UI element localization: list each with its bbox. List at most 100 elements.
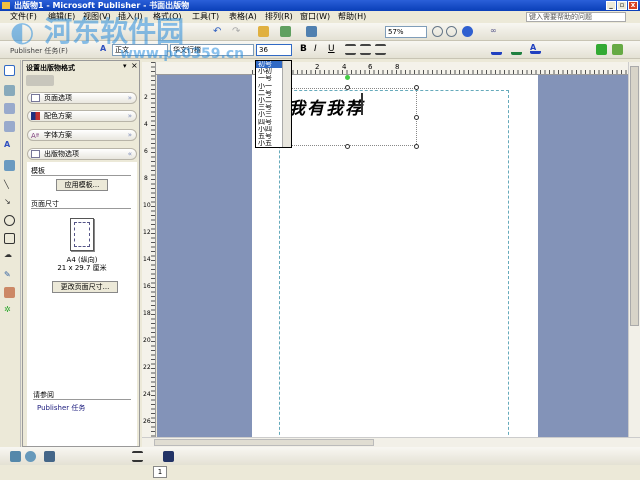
align-right-icon[interactable] <box>375 44 386 55</box>
dropdown-scrollbar[interactable] <box>282 61 291 147</box>
font-size-select[interactable]: 36 <box>256 44 292 56</box>
font-size-option[interactable]: 小五 <box>256 140 283 147</box>
zoom-in-icon[interactable] <box>446 26 457 37</box>
maximize-button[interactable]: ▫ <box>617 1 627 10</box>
back-forward-buttons[interactable] <box>26 75 54 86</box>
page-size-thumbnail[interactable] <box>70 218 94 251</box>
line-color-icon[interactable] <box>511 44 522 55</box>
page-navigator-1[interactable]: 1 <box>153 466 167 478</box>
oval-icon[interactable] <box>4 215 15 226</box>
close-button[interactable]: x <box>628 1 638 10</box>
form-control-icon[interactable] <box>4 287 15 298</box>
resize-handle[interactable] <box>345 85 350 90</box>
font-size-option[interactable]: 小一 <box>256 83 283 90</box>
horizontal-scrollbar[interactable] <box>142 437 640 447</box>
section-page-options[interactable]: 页面选项» <box>27 92 137 104</box>
resize-handle[interactable] <box>414 115 419 120</box>
font-size-option[interactable]: 小二 <box>256 97 283 104</box>
minimize-button[interactable]: _ <box>606 1 616 10</box>
section-font-schemes[interactable]: Aª 字体方案» <box>27 129 137 141</box>
autoshapes-icon[interactable]: ☁ <box>4 250 15 261</box>
hot-spot-icon[interactable]: ✎ <box>4 270 15 281</box>
resize-handle[interactable] <box>414 144 419 149</box>
font-size-option[interactable]: 三号 <box>256 104 283 111</box>
picture-frame-icon[interactable] <box>4 85 15 96</box>
table-icon[interactable] <box>4 121 15 132</box>
ruler-label: 12 <box>143 229 151 236</box>
select-tool-icon[interactable] <box>4 65 15 76</box>
3d-icon[interactable] <box>612 44 623 55</box>
line-icon[interactable]: ╲ <box>4 180 15 191</box>
toolbar-icon[interactable] <box>10 451 21 462</box>
toolbar-icon[interactable] <box>44 451 55 462</box>
menu-window[interactable]: 窗口(W) <box>300 11 330 23</box>
menu-view[interactable]: 视图(V) <box>83 11 111 23</box>
hyperlink-icon[interactable]: ∞ <box>490 26 501 37</box>
styles-icon[interactable]: A <box>100 44 111 55</box>
shadow-icon[interactable] <box>596 44 607 55</box>
change-page-size-button[interactable]: 更改页面尺寸... <box>52 281 118 293</box>
help-search-input[interactable]: 键入需要帮助的问题 <box>526 12 626 22</box>
underline-button[interactable]: U <box>328 44 335 54</box>
menu-help[interactable]: 帮助(H) <box>338 11 366 23</box>
font-size-option[interactable]: 二号 <box>256 90 283 97</box>
wordart-icon[interactable]: A <box>4 140 15 151</box>
rotate-handle[interactable] <box>345 75 350 80</box>
menu-insert[interactable]: 插入(I) <box>118 11 143 23</box>
toolbar-icon[interactable] <box>25 451 36 462</box>
undo-icon[interactable]: ↶ <box>213 26 224 37</box>
section-color-schemes[interactable]: 配色方案» <box>27 110 137 122</box>
print-preview-icon[interactable] <box>306 26 317 37</box>
apply-template-button[interactable]: 应用模板... <box>56 179 108 191</box>
resize-handle[interactable] <box>345 144 350 149</box>
vertical-ruler[interactable]: 2 4 6 8 10 12 14 16 18 20 22 24 26 <box>142 62 156 437</box>
menu-tools[interactable]: 工具(T) <box>192 11 219 23</box>
font-size-option[interactable]: 四号 <box>256 119 283 126</box>
menu-arrange[interactable]: 排列(R) <box>265 11 293 23</box>
design-gallery-icon[interactable]: ✲ <box>4 305 15 316</box>
vertical-scrollbar[interactable] <box>628 62 640 437</box>
document-page[interactable]: 我有我荐 <box>252 75 538 450</box>
font-size-option[interactable]: 小四 <box>256 126 283 133</box>
align-center-icon[interactable] <box>360 44 371 55</box>
toolbar-icon[interactable] <box>163 451 174 462</box>
publisher-tasks-link[interactable]: Publisher 任务 <box>37 403 85 413</box>
insert-object-icon[interactable] <box>258 26 269 37</box>
style-select[interactable]: 正文 <box>112 44 168 56</box>
zoom-select[interactable]: 57% <box>385 26 427 38</box>
font-select[interactable]: 华文行楷 <box>170 44 254 56</box>
section-publication-options[interactable]: 出版物选项 « <box>27 148 137 160</box>
font-size-option[interactable]: 一号 <box>256 75 283 82</box>
menu-file[interactable]: 文件(F) <box>10 11 37 23</box>
picture-icon[interactable] <box>4 160 15 171</box>
text-box[interactable]: 我有我荐 <box>287 88 417 146</box>
help-icon[interactable] <box>462 26 473 37</box>
arrow-icon[interactable]: ↘ <box>4 197 15 208</box>
font-size-option[interactable]: 小三 <box>256 111 283 118</box>
task-pane-close-icon[interactable]: × <box>131 61 138 70</box>
font-size-option[interactable]: 小初 <box>256 68 283 75</box>
menu-format[interactable]: 格式(O) <box>153 11 182 23</box>
ruler-label: 22 <box>143 364 151 371</box>
menu-table[interactable]: 表格(A) <box>229 11 257 23</box>
task-pane-menu-icon[interactable]: ▾ <box>123 62 127 70</box>
task-pane-label[interactable]: Publisher 任务(F) <box>10 46 68 56</box>
font-size-option[interactable]: 五号 <box>256 133 283 140</box>
font-size-dropdown[interactable]: 初号 小初 一号 小一 二号 小二 三号 小三 四号 小四 五号 小五 <box>255 60 292 148</box>
italic-button[interactable]: I <box>314 44 317 54</box>
rectangle-icon[interactable] <box>4 233 15 244</box>
font-color-icon[interactable]: A <box>530 43 541 54</box>
font-size-option[interactable]: 初号 <box>256 61 283 69</box>
line-style-icon[interactable] <box>132 451 143 462</box>
align-left-icon[interactable] <box>345 44 356 55</box>
horizontal-ruler[interactable]: 2 4 6 8 <box>156 62 628 75</box>
menu-edit[interactable]: 编辑(E) <box>48 11 75 23</box>
web-icon[interactable] <box>280 26 291 37</box>
text-box-icon[interactable] <box>4 103 15 114</box>
zoom-out-icon[interactable] <box>432 26 443 37</box>
resize-handle[interactable] <box>414 85 419 90</box>
bold-button[interactable]: B <box>300 44 307 54</box>
redo-icon[interactable]: ↷ <box>232 26 243 37</box>
fill-color-icon[interactable] <box>491 44 502 55</box>
text-box-content[interactable]: 我有我荐 <box>288 94 364 119</box>
